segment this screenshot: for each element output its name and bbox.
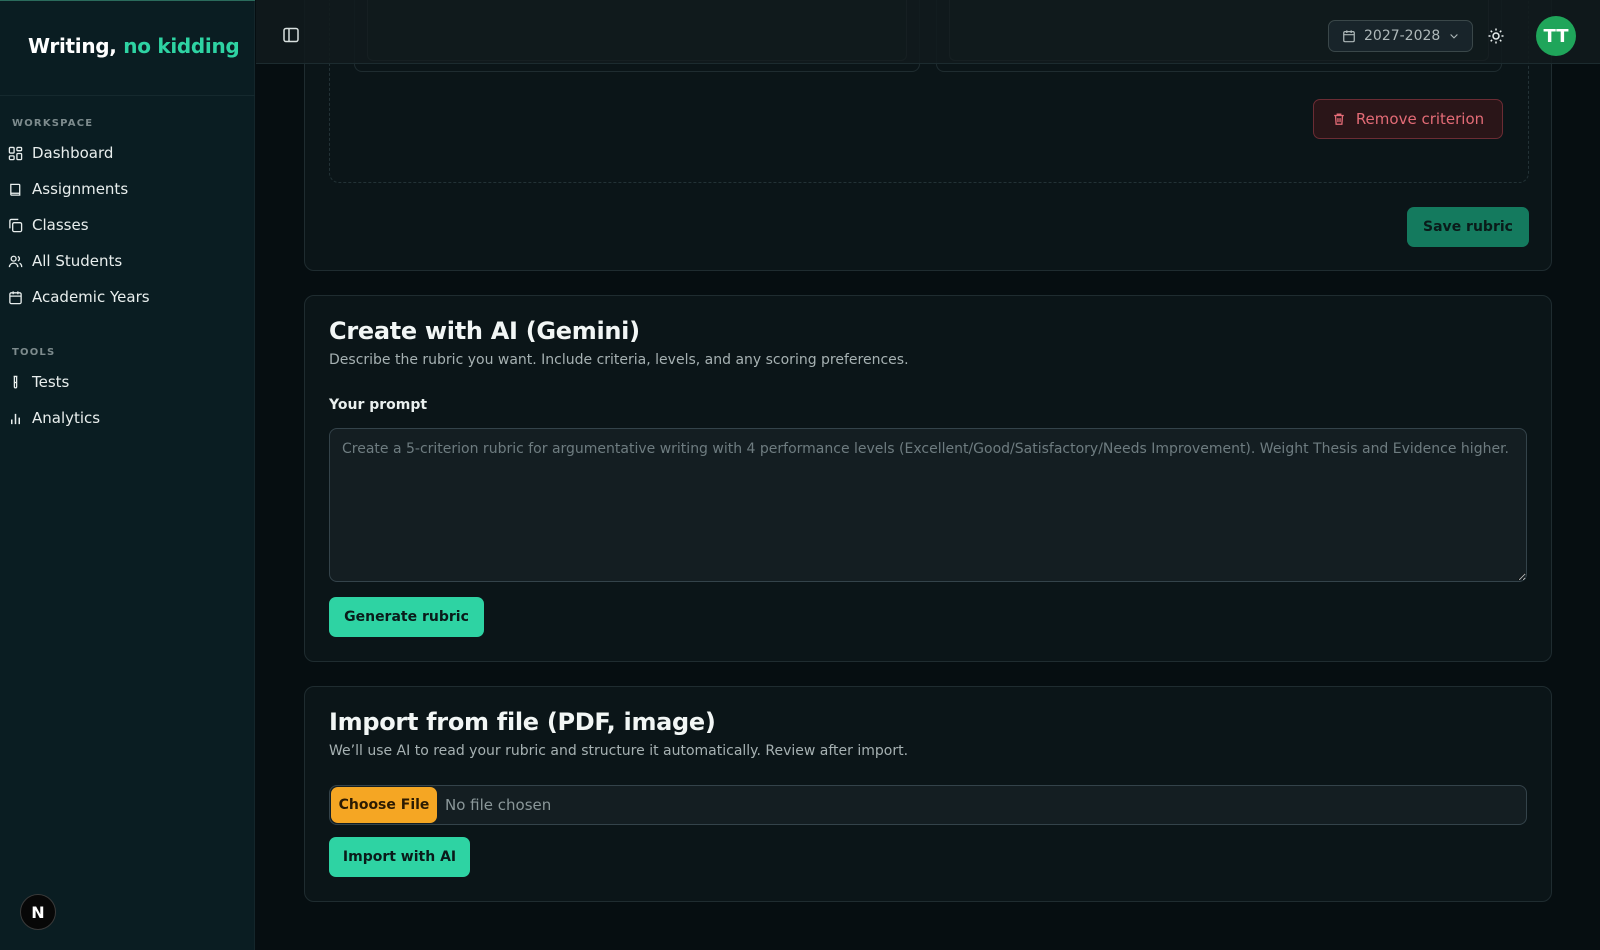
sidebar: Writing, no kidding WORKSPACE Dashboard … xyxy=(0,0,255,950)
section-label-tools: TOOLS xyxy=(12,347,56,358)
framework-badge[interactable]: N xyxy=(20,894,56,930)
sidebar-item-dashboard[interactable]: Dashboard xyxy=(8,138,243,168)
prompt-textarea[interactable] xyxy=(329,428,1527,582)
ai-create-title: Create with AI (Gemini) xyxy=(329,317,640,345)
sidebar-item-label: Tests xyxy=(32,373,70,391)
book-icon xyxy=(10,183,21,196)
brand-name: Writing, xyxy=(28,34,117,58)
sidebar-item-label: Analytics xyxy=(32,409,101,427)
sidebar-item-academic-years[interactable]: Academic Years xyxy=(8,282,243,312)
sidebar-item-label: All Students xyxy=(32,252,123,270)
import-description: We’ll use AI to read your rubric and str… xyxy=(329,743,909,759)
remove-criterion-button[interactable]: Remove criterion xyxy=(1313,99,1503,139)
bar-chart-icon xyxy=(11,413,20,424)
brand-logo[interactable]: Writing, no kidding xyxy=(28,34,240,58)
prompt-label: Your prompt xyxy=(329,397,428,413)
ai-create-card: Create with AI (Gemini) Describe the rub… xyxy=(304,295,1552,662)
trash-icon xyxy=(1334,113,1344,125)
calendar-icon xyxy=(1343,30,1355,43)
sidebar-item-label: Classes xyxy=(32,216,89,234)
save-rubric-button[interactable]: Save rubric xyxy=(1407,207,1529,247)
sidebar-item-classes[interactable]: Classes xyxy=(8,210,243,240)
users-icon xyxy=(8,255,23,267)
calendar-icon xyxy=(9,290,22,304)
remove-criterion-label: Remove criterion xyxy=(1355,110,1485,128)
sidebar-item-label: Dashboard xyxy=(32,144,114,162)
ai-create-description: Describe the rubric you want. Include cr… xyxy=(329,352,909,368)
classes-icon xyxy=(9,218,23,232)
sidebar-item-label: Assignments xyxy=(32,180,129,198)
sidebar-item-assignments[interactable]: Assignments xyxy=(8,174,243,204)
test-tube-icon xyxy=(13,375,18,388)
sidebar-divider xyxy=(0,95,255,96)
file-input[interactable]: Choose File No file chosen xyxy=(329,785,1527,825)
sidebar-item-tests[interactable]: Tests xyxy=(8,367,243,397)
choose-file-button[interactable]: Choose File xyxy=(331,787,437,823)
academic-year-value: 2027-2028 xyxy=(1364,28,1441,44)
dashboard-icon xyxy=(8,146,23,160)
sun-icon[interactable] xyxy=(1487,27,1505,45)
import-title: Import from file (PDF, image) xyxy=(329,708,716,736)
sidebar-item-analytics[interactable]: Analytics xyxy=(8,403,243,433)
file-status-text: No file chosen xyxy=(445,796,552,814)
sidebar-top-accent-line xyxy=(0,0,255,1)
user-avatar[interactable]: TT xyxy=(1536,16,1576,56)
main-content: Remove criterion Save rubric Create with… xyxy=(256,0,1600,950)
import-file-card: Import from file (PDF, image) We’ll use … xyxy=(304,686,1552,902)
section-label-workspace: WORKSPACE xyxy=(12,118,94,129)
import-with-ai-button[interactable]: Import with AI xyxy=(329,837,470,877)
chevron-down-icon xyxy=(1450,34,1459,39)
top-bar: 2027-2028 TT xyxy=(256,0,1600,64)
academic-year-select[interactable]: 2027-2028 xyxy=(1328,20,1473,52)
generate-rubric-button[interactable]: Generate rubric xyxy=(329,597,484,637)
sidebar-item-all-students[interactable]: All Students xyxy=(8,246,243,276)
sidebar-item-label: Academic Years xyxy=(32,288,150,306)
brand-name-accent: no kidding xyxy=(123,34,240,58)
sidebar-toggle-icon[interactable] xyxy=(282,26,300,44)
